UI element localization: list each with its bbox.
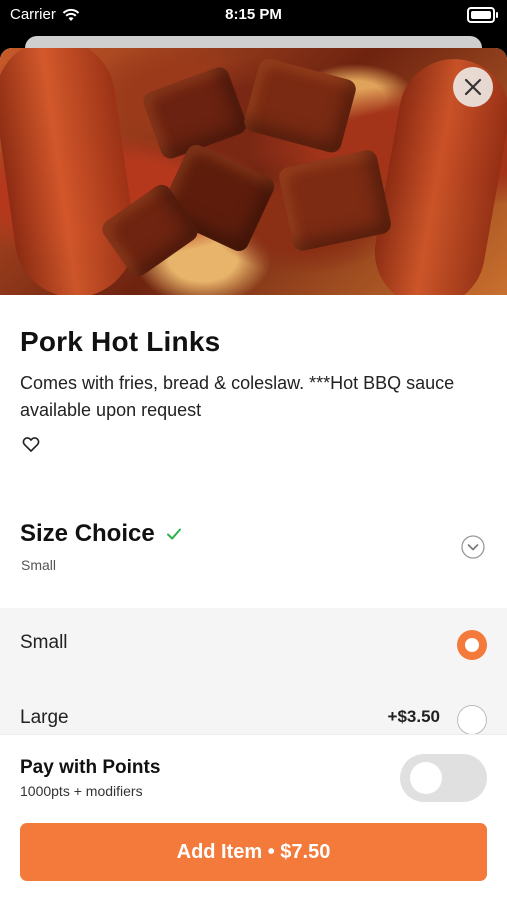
pay-with-points-toggle[interactable]: [400, 754, 487, 802]
pay-with-points-subtitle: 1000pts + modifiers: [20, 783, 143, 799]
checkmark-icon: [166, 528, 181, 540]
option-label: Large: [20, 707, 69, 728]
battery-icon: [467, 7, 498, 23]
size-choice-title: Size Choice: [20, 520, 155, 547]
toggle-knob: [410, 762, 442, 794]
status-bar: Carrier 8:15 PM: [0, 0, 507, 30]
heart-icon[interactable]: [21, 434, 41, 454]
close-button[interactable]: [453, 67, 493, 107]
option-label: Small: [20, 632, 68, 653]
clock: 8:15 PM: [225, 6, 282, 23]
item-title: Pork Hot Links: [20, 326, 221, 357]
item-detail-sheet: Pork Hot Links Comes with fries, bread &…: [0, 48, 507, 900]
chevron-down-icon[interactable]: [461, 535, 485, 559]
item-photo: [0, 48, 507, 295]
option-price: +$3.50: [387, 707, 440, 726]
size-choice-summary: Small: [21, 557, 57, 573]
item-description: Comes with fries, bread & coleslaw. ***H…: [20, 373, 455, 420]
size-choice-header[interactable]: Size Choice: [20, 520, 183, 548]
close-icon: [464, 78, 482, 96]
bottom-bar: Pay with Points 1000pts + modifiers Add …: [0, 734, 507, 900]
size-options-list: Small Large +$3.50: [0, 608, 507, 748]
radio-button-selected[interactable]: [457, 630, 487, 660]
add-item-button[interactable]: Add Item • $7.50: [20, 823, 487, 881]
radio-button[interactable]: [457, 705, 487, 735]
size-option-small[interactable]: Small: [0, 608, 507, 678]
pay-with-points-title: Pay with Points: [20, 757, 161, 778]
